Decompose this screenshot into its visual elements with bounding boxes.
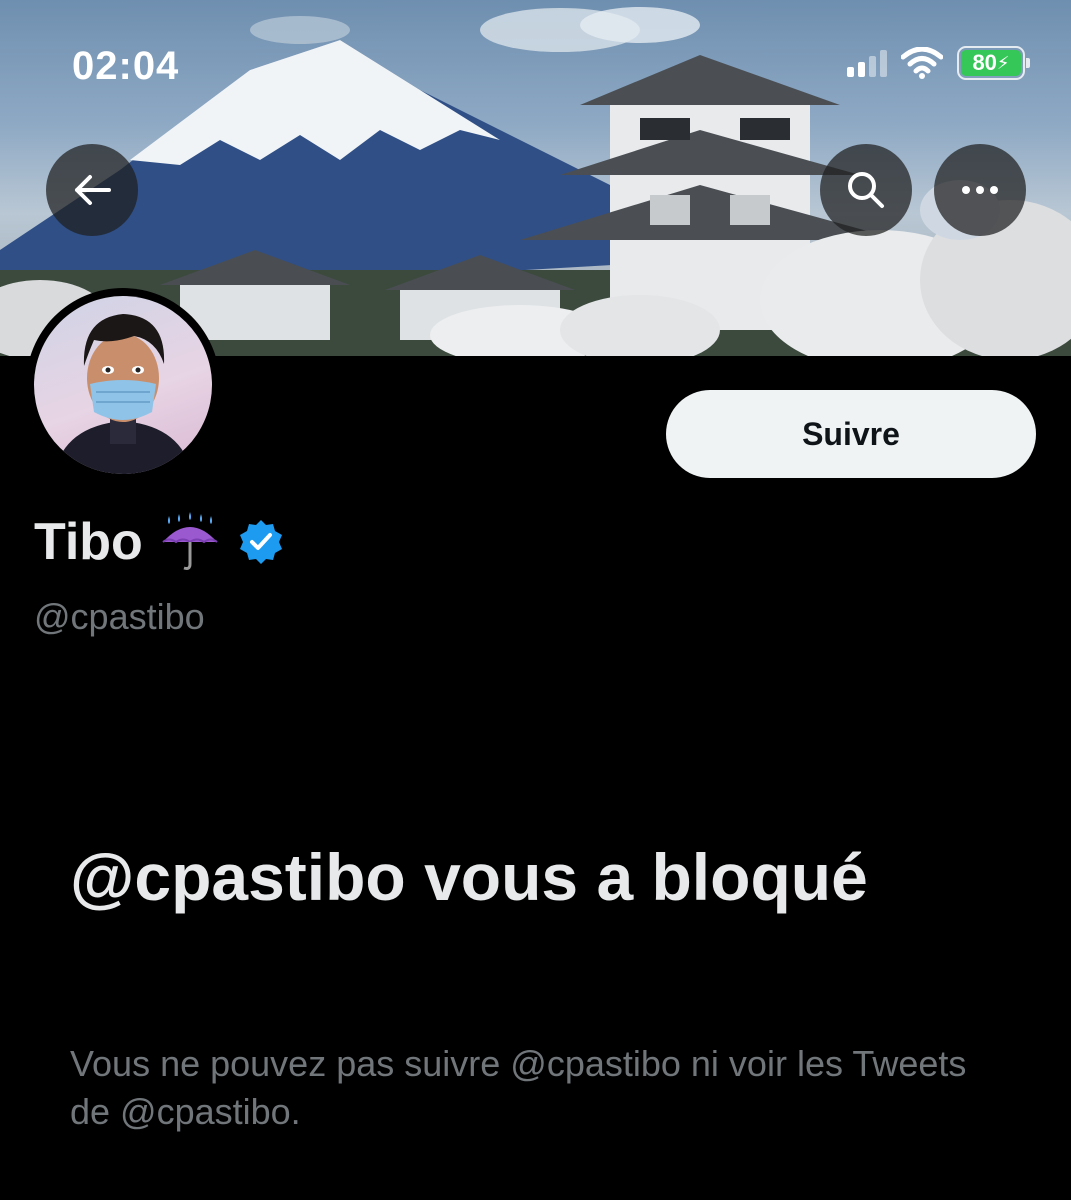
battery-icon: 80 ⚡ [957, 46, 1030, 80]
battery-fill: 80 ⚡ [961, 50, 1021, 76]
display-name: Tibo [34, 513, 143, 571]
umbrella-rain-emoji [162, 512, 218, 570]
profile-handle: @cpastibo [34, 596, 205, 637]
cellular-signal-icon [847, 49, 887, 77]
search-icon [848, 172, 884, 208]
status-bar: 02:04 80 ⚡ [0, 0, 1071, 130]
status-time: 02:04 [72, 44, 180, 88]
arrow-left-icon [75, 175, 111, 205]
display-name-row: Tibo [34, 512, 285, 572]
ellipsis-icon [962, 186, 998, 194]
charging-bolt-icon: ⚡ [996, 52, 1010, 73]
battery-percent: 80 [972, 50, 997, 75]
avatar-image [54, 314, 192, 474]
follow-button[interactable]: Suivre [666, 390, 1036, 478]
back-button[interactable] [46, 144, 138, 236]
profile-avatar[interactable] [26, 288, 220, 482]
blocked-description: Vous ne pouvez pas suivre @cpastibo ni v… [70, 1043, 967, 1132]
verified-badge-icon [239, 520, 282, 564]
search-button[interactable] [820, 144, 912, 236]
status-indicators: 80 ⚡ [847, 46, 1030, 80]
more-options-button[interactable] [934, 144, 1026, 236]
blocked-title: @cpastibo vous a bloqué [70, 840, 868, 914]
wifi-icon [901, 47, 943, 79]
